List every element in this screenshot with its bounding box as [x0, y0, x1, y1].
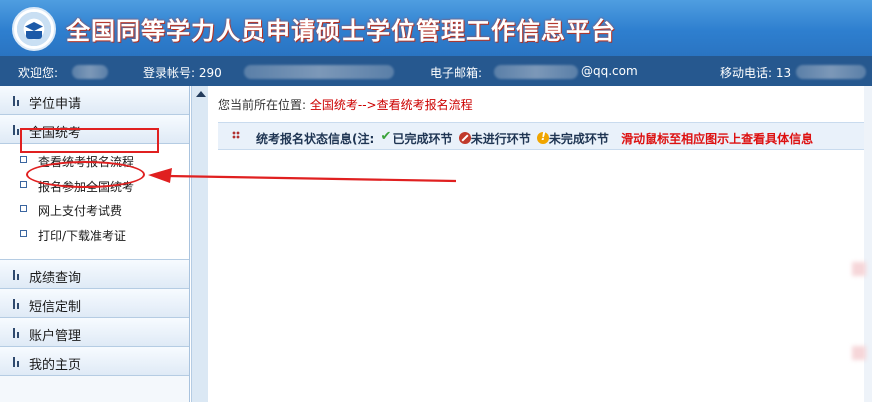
annotation-highlight-box: [20, 128, 159, 153]
sidebar-collapse-strip[interactable]: [191, 86, 208, 402]
arrow-up-icon[interactable]: [196, 91, 206, 97]
square-bullet-icon: [20, 229, 27, 237]
status-hint: 滑动鼠标至相应图示上查看具体信息: [621, 132, 814, 146]
status-not-started-label: 未进行环节: [470, 132, 531, 146]
bar-chart-icon: [13, 357, 20, 367]
status-title: 统考报名状态信息(注:: [256, 132, 375, 146]
account-label: 登录帐号: 290: [143, 66, 222, 80]
breadcrumb: 您当前所在位置: 全国统考-->查看统考报名流程: [218, 96, 473, 113]
annotation-highlight-ellipse: [26, 161, 145, 188]
sidebar-section-account-management[interactable]: 账户管理: [0, 318, 189, 347]
bar-chart-icon: [13, 125, 20, 135]
check-icon: [380, 129, 392, 144]
blurred-mark: [852, 262, 866, 276]
phone-redacted: [796, 64, 866, 79]
status-done-label: 已完成环节: [392, 132, 453, 146]
sidebar-section-score-query[interactable]: 成绩查询: [0, 260, 189, 289]
breadcrumb-path[interactable]: 全国统考-->查看统考报名流程: [310, 98, 473, 112]
email-redacted: [494, 64, 578, 79]
square-bullet-icon: [20, 156, 27, 163]
annotation-arrow-icon: [148, 168, 457, 183]
bar-chart-icon: [13, 328, 20, 338]
submenu-label: 网上支付考试费: [38, 204, 123, 218]
submenu-pay-fee[interactable]: 网上支付考试费: [0, 197, 189, 222]
sidebar-section-label: 成绩查询: [29, 271, 82, 286]
sidebar-section-label: 账户管理: [29, 329, 82, 344]
site-title: 全国同等学力人员申请硕士学位管理工作信息平台: [66, 17, 616, 45]
submenu-label: 打印/下载准考证: [38, 228, 127, 243]
exam-status-legend: 统考报名状态信息(注: 已完成环节 未进行环节 未完成环节 滑动鼠标至相应图示上…: [218, 122, 872, 150]
bar-chart-icon: [13, 299, 20, 309]
bar-chart-icon: [13, 270, 20, 280]
breadcrumb-prefix: 您当前所在位置:: [218, 98, 307, 112]
sidebar-section-sms-subscription[interactable]: 短信定制: [0, 289, 189, 318]
university-crest-icon: [12, 7, 56, 51]
warning-icon: [536, 130, 549, 144]
sidebar-section-my-homepage[interactable]: 我的主页: [0, 347, 189, 376]
main-content: 您当前所在位置: 全国统考-->查看统考报名流程 统考报名状态信息(注: 已完成…: [208, 86, 872, 402]
sidebar-section-label: 我的主页: [29, 358, 82, 373]
username-redacted: [72, 64, 108, 79]
email-label: 电子邮箱:: [430, 66, 483, 80]
sidebar-section-label: 短信定制: [29, 300, 82, 315]
account-redacted: [244, 64, 394, 79]
no-entry-icon: [458, 132, 471, 144]
sidebar-section-label: 学位申请: [29, 97, 82, 112]
status-legend-text: 统考报名状态信息(注: 已完成环节 未进行环节 未完成环节 滑动鼠标至相应图示上…: [256, 129, 814, 147]
header-banner: 全国同等学力人员申请硕士学位管理工作信息平台: [0, 0, 872, 56]
email-suffix: @qq.com: [581, 64, 638, 78]
status-incomplete-label: 未完成环节: [548, 132, 609, 146]
square-bullet-icon: [20, 180, 27, 188]
welcome-label: 欢迎您:: [18, 66, 59, 80]
grid-dots-icon: [232, 131, 240, 139]
submenu-print-admission-ticket[interactable]: 打印/下载准考证: [0, 222, 189, 247]
bar-chart-icon: [13, 96, 20, 106]
blurred-mark: [852, 346, 866, 360]
user-info-bar: 欢迎您: 登录帐号: 290 电子邮箱: @qq.com 移动电话: 13: [0, 56, 872, 86]
square-bullet-icon: [20, 205, 27, 212]
sidebar-section-degree-application[interactable]: 学位申请: [0, 86, 189, 115]
phone-label: 移动电话: 13: [720, 66, 792, 80]
